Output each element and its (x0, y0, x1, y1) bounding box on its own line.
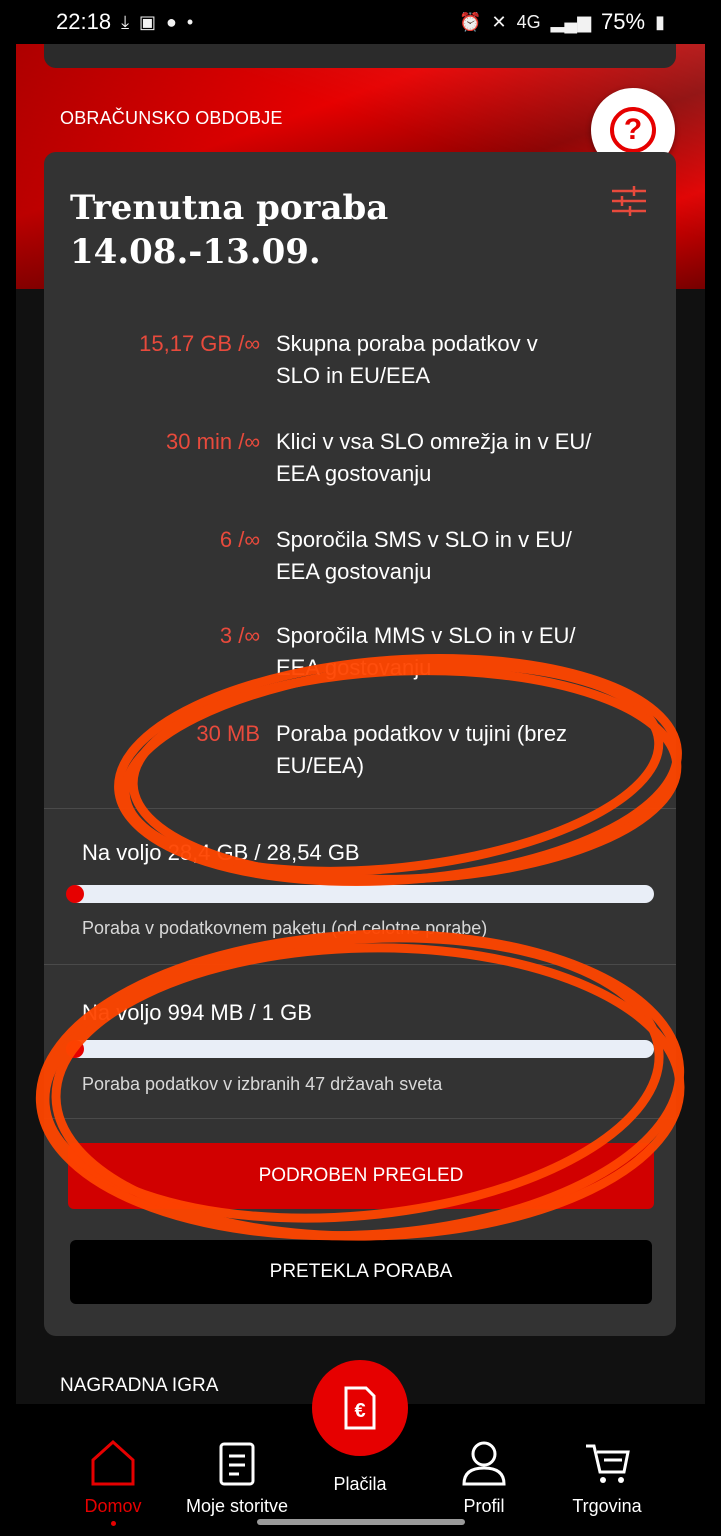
nav-services[interactable]: Moje storitve (172, 1438, 302, 1517)
home-indicator[interactable] (257, 1519, 465, 1525)
usage-row-sms: 6 /∞ Sporočila SMS v SLO in v EU/EEA gos… (44, 524, 676, 588)
messenger-icon: ● (166, 11, 177, 32)
divider (44, 964, 676, 965)
usage-label: EEA gostovanju (276, 559, 432, 584)
filter-icon[interactable] (612, 186, 646, 216)
clock: 22:18 (56, 9, 112, 34)
billing-period: 14.08.-13.09. (70, 232, 321, 272)
euro-invoice-icon: € (344, 1386, 376, 1430)
nav-label: Profil (463, 1496, 505, 1516)
allowance-progress-bar (66, 1040, 654, 1058)
usage-label: SLO in EU/EEA (276, 363, 431, 388)
nav-label: Domov (84, 1496, 142, 1516)
usage-label: Sporočila SMS v SLO in v EU/ (276, 527, 572, 552)
mute-icon: ✕ (491, 11, 507, 32)
allowance-progress-fill (66, 885, 84, 903)
infinity-icon: ∞ (244, 331, 260, 356)
usage-row-mms: 3 /∞ Sporočila MMS v SLO in v EU/EEA gos… (44, 620, 676, 684)
allowance-available: Na voljo 994 MB / 1 GB (82, 1000, 312, 1025)
past-usage-button[interactable]: PRETEKLA PORABA (70, 1240, 652, 1304)
document-icon (219, 1442, 255, 1486)
user-icon (462, 1441, 506, 1486)
usage-value: 30 MB (196, 721, 260, 746)
nav-label: Moje storitve (185, 1496, 289, 1516)
usage-label: EU/EEA) (276, 753, 365, 778)
usage-label: EEA gostovanju (276, 461, 432, 486)
shopping-cart-icon (586, 1444, 630, 1483)
usage-value: 15,17 GB / (139, 331, 245, 356)
usage-value: 30 min / (166, 429, 245, 454)
divider (44, 1118, 676, 1119)
allowance-available: Na voljo 28,4 GB / 28,54 GB (82, 840, 360, 865)
status-bar: 22:18 ⤓ ▣ ● • ⏰ ✕ 4G ▂▄▆ 75% ▮ (0, 0, 721, 44)
active-indicator (110, 1521, 116, 1526)
nav-payments-button[interactable]: € (312, 1360, 408, 1456)
usage-label: EEA gostovanju (276, 655, 432, 680)
infinity-icon: ∞ (244, 527, 260, 552)
bottom-navigation: Domov Moje storitve € Plačila Profil Trg… (16, 1360, 705, 1536)
euro-symbol: € (354, 1400, 365, 1422)
usage-row-calls: 30 min /∞ Klici v vsa SLO omrežja in v E… (44, 426, 676, 490)
battery-icon: ▮ (655, 11, 665, 32)
signal-icon: ▂▄▆ (550, 11, 592, 32)
alarm-icon: ⏰ (459, 11, 482, 32)
question-icon: ? (610, 107, 656, 153)
allowance-progress-fill (66, 1040, 84, 1058)
home-icon (91, 1439, 135, 1486)
usage-label: Klici v vsa SLO omrežja in v EU/ (276, 429, 592, 454)
network-type: 4G (516, 11, 541, 32)
nav-home[interactable]: Domov (48, 1438, 178, 1526)
notification-dot-icon: • (186, 11, 194, 32)
card-title: Trenutna poraba 14.08.-13.09. (70, 186, 388, 274)
previous-card-edge (44, 44, 676, 68)
detailed-overview-button[interactable]: PODROBEN PREGLED (68, 1143, 654, 1209)
infinity-icon: ∞ (244, 623, 260, 648)
usage-label: Skupna poraba podatkov v (276, 331, 538, 356)
usage-value: 3 / (219, 623, 245, 648)
nav-label[interactable]: Plačila (300, 1474, 420, 1495)
allowance-progress-bar (66, 885, 654, 903)
divider (44, 808, 676, 809)
battery-level: 75% (601, 9, 646, 34)
gallery-icon: ▣ (139, 11, 157, 32)
nav-profile[interactable]: Profil (419, 1438, 549, 1517)
usage-label: Sporočila MMS v SLO in v EU/ (276, 623, 576, 648)
usage-row-data: 15,17 GB /∞ Skupna poraba podatkov v SLO … (44, 328, 676, 392)
usage-value: 6 / (219, 527, 245, 552)
infinity-icon: ∞ (244, 429, 260, 454)
allowance-note: Poraba podatkov v izbranih 47 državah sv… (82, 1074, 443, 1094)
usage-card: Trenutna poraba 14.08.-13.09. 15,17 GB /… (44, 152, 676, 1336)
nav-shop[interactable]: Trgovina (542, 1438, 672, 1517)
app-screen: OBRAČUNSKO OBDOBJE ? Trenutna poraba 14.… (16, 44, 705, 1536)
card-title-main: Trenutna poraba (70, 188, 389, 228)
download-icon: ⤓ (121, 11, 130, 32)
promo-section-title: NAGRADNA IGRA (60, 1375, 219, 1396)
allowance-note: Poraba v podatkovnem paketu (od celotne … (82, 918, 488, 938)
nav-label: Trgovina (572, 1496, 642, 1516)
section-title: OBRAČUNSKO OBDOBJE (60, 108, 283, 128)
usage-row-roaming: 30 MB Poraba podatkov v tujini (brez EU/E… (44, 718, 676, 782)
usage-label: Poraba podatkov v tujini (brez (276, 721, 568, 746)
